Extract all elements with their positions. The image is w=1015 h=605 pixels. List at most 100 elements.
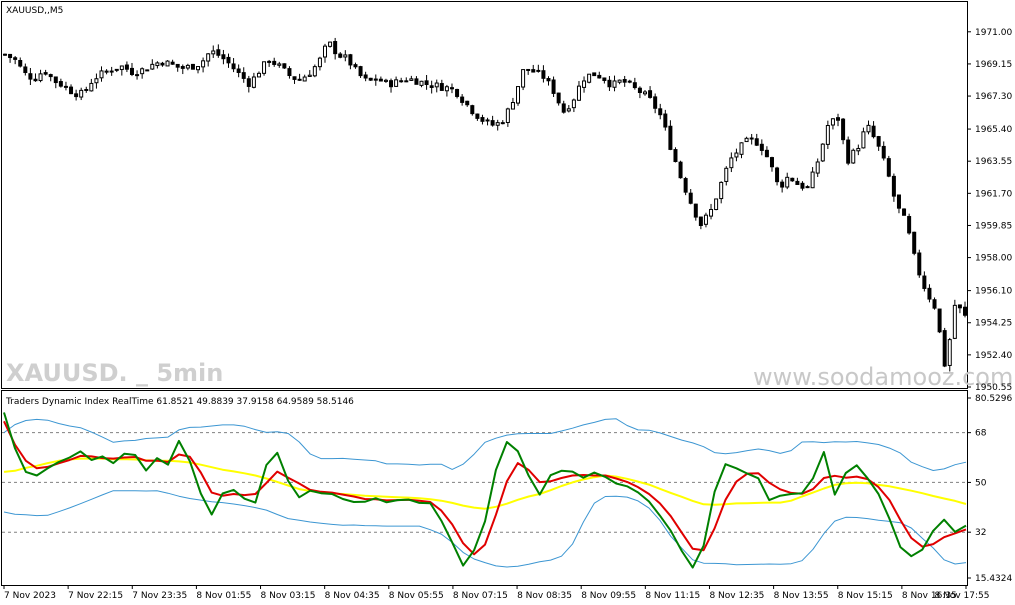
indicator-tick-label: 15.4324	[975, 574, 1012, 584]
price-tick-label: 1950.55	[975, 383, 1012, 393]
candle-body	[709, 208, 714, 217]
candle-body	[231, 63, 236, 70]
candle-body	[805, 186, 810, 189]
candle-body	[495, 122, 500, 126]
candle-body	[851, 149, 856, 164]
candle-body	[155, 62, 160, 67]
candle-body	[780, 181, 785, 188]
candle-body	[109, 70, 114, 73]
candle-body	[759, 143, 764, 151]
candle-body	[114, 68, 119, 71]
candle-body	[312, 66, 317, 77]
candle-body	[698, 216, 703, 226]
candle-body	[277, 63, 282, 66]
candle-body	[866, 124, 871, 133]
candle-body	[637, 87, 642, 93]
candle-body	[145, 69, 150, 72]
candle-body	[196, 66, 201, 71]
candle-body	[28, 73, 33, 80]
candle-body	[902, 208, 907, 216]
candle-body	[932, 299, 937, 309]
candle-body	[861, 131, 866, 149]
candle-body	[63, 85, 68, 88]
candle-body	[643, 91, 647, 95]
candle-body	[810, 171, 815, 189]
candle-body	[622, 79, 627, 83]
candle-body	[383, 79, 388, 82]
price-tick-label: 1969.15	[975, 60, 1012, 70]
candle-body	[830, 118, 835, 126]
candle-body	[607, 79, 612, 88]
candle-body	[587, 73, 592, 83]
candle-body	[632, 82, 637, 89]
indicator-title: Traders Dynamic Index RealTime 61.8521 4…	[5, 397, 354, 407]
candle-body	[358, 66, 363, 77]
candle-body	[69, 86, 74, 95]
candle-body	[678, 161, 683, 179]
candle-body	[526, 68, 531, 71]
candle-body	[597, 74, 602, 79]
candle-body	[94, 78, 99, 84]
candle-body	[566, 108, 571, 112]
candle-body	[256, 72, 261, 78]
candle-body	[323, 45, 327, 58]
candle-body	[693, 203, 698, 218]
candle-body	[282, 63, 287, 69]
candle-body	[719, 181, 724, 200]
time-tick-label: 8 Nov 09:55	[581, 591, 636, 601]
time-tick-label: 8 Nov 05:55	[389, 591, 444, 601]
candle-body	[876, 136, 881, 147]
candle-body	[602, 77, 607, 81]
candle-body	[490, 120, 495, 126]
candle-body	[328, 41, 333, 47]
candle-body	[627, 80, 632, 83]
candle-body	[226, 56, 231, 64]
candle-body	[815, 161, 820, 174]
price-tick-label: 1954.25	[975, 319, 1012, 329]
time-tick-label: 8 Nov 01:55	[196, 591, 251, 601]
candle-body	[124, 64, 129, 70]
candle-body	[947, 339, 952, 366]
candle-body	[8, 53, 13, 59]
candle-body	[886, 158, 891, 177]
candle-body	[389, 80, 394, 88]
watermark-symbol: XAUUSD. _ 5min	[6, 359, 223, 387]
time-tick-label: 8 Nov 08:35	[517, 591, 572, 601]
candle-body	[373, 78, 378, 81]
candle-body	[734, 152, 739, 158]
candle-body	[531, 69, 536, 73]
candle-body	[785, 176, 790, 188]
candle-body	[216, 49, 221, 56]
candle-body	[434, 82, 439, 88]
candle-body	[170, 61, 175, 65]
candle-body	[33, 78, 38, 82]
candle-body	[99, 70, 104, 79]
candle-body	[576, 85, 581, 101]
candle-body	[653, 96, 658, 109]
candle-body	[262, 61, 267, 74]
indicator-tick-label: 32	[975, 528, 986, 538]
time-axis: 7 Nov 2023 7 Nov 22:15 7 Nov 23:35 8 Nov 01…	[3, 585, 989, 601]
candle-body	[353, 64, 358, 68]
candle-body	[841, 118, 846, 141]
candle-body	[775, 167, 780, 183]
candle-body	[201, 60, 206, 68]
candle-body	[140, 68, 145, 75]
symbol-label: XAUUSD,,M5	[6, 6, 63, 16]
candle-body	[561, 103, 566, 113]
candle-body	[419, 80, 424, 86]
candle-body	[856, 147, 861, 152]
candle-body	[546, 78, 551, 82]
candle-body	[505, 108, 510, 123]
candle-body	[749, 137, 754, 140]
candle-body	[348, 54, 353, 66]
candle-body	[470, 105, 475, 115]
candle-body	[744, 137, 749, 143]
candle-body	[592, 72, 597, 77]
candle-body	[160, 62, 165, 66]
candle-body	[551, 79, 556, 94]
main-panel-frame	[1, 1, 968, 389]
candle-body	[74, 93, 79, 98]
price-tick-label: 1965.40	[975, 125, 1012, 135]
indicator-tick-label: 50	[975, 478, 987, 488]
